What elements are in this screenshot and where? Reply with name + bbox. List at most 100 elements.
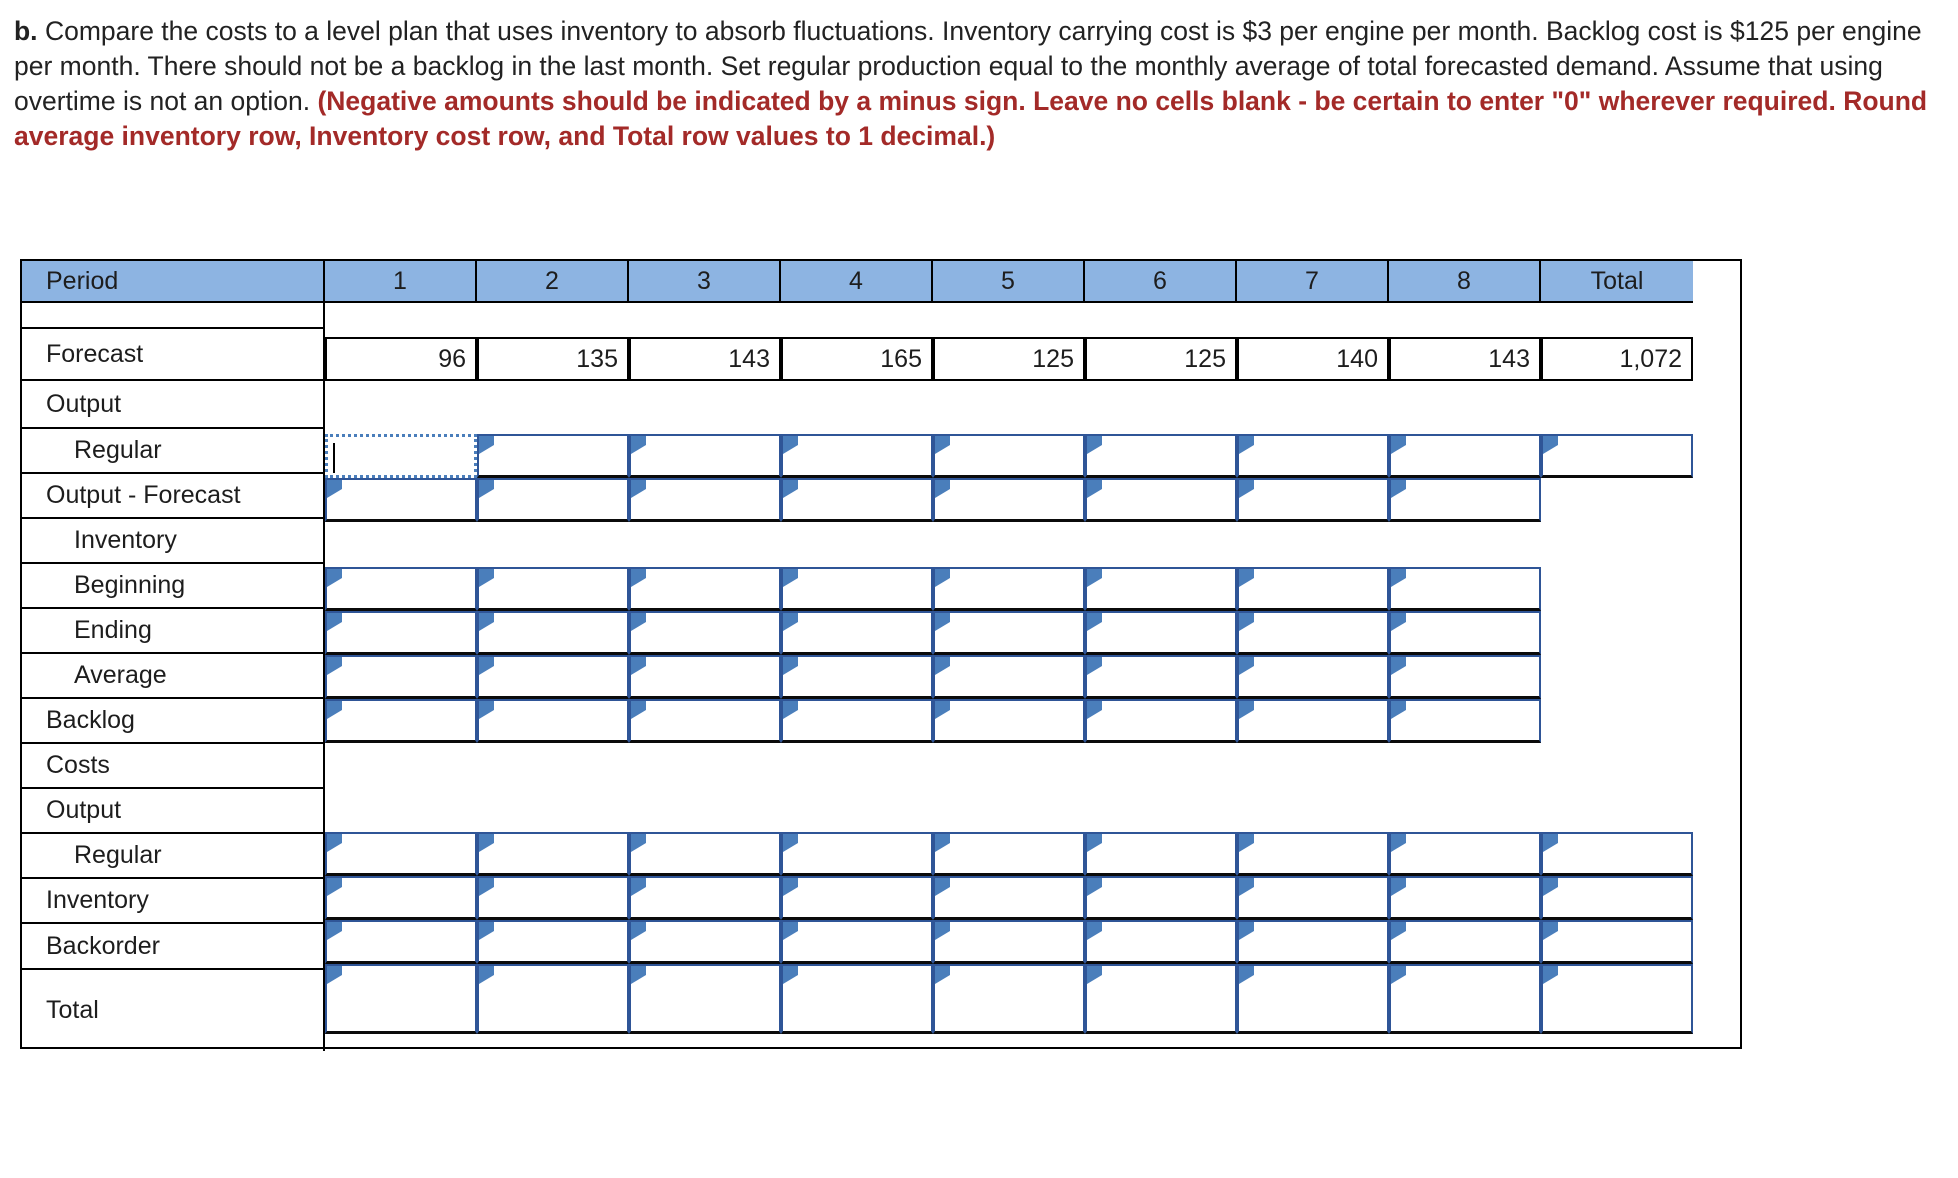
input-beginning-r3-p8[interactable] <box>1389 567 1541 611</box>
input-regular-r1-total[interactable] <box>1541 434 1693 478</box>
input-average-r5-p8[interactable] <box>1389 655 1541 699</box>
input-backlog-r6-p1[interactable] <box>325 699 477 743</box>
cell-marker-triangle-icon <box>327 613 342 631</box>
input-backorder-r9-p4[interactable] <box>781 920 933 964</box>
input-regular-r1-p7[interactable] <box>1237 434 1389 478</box>
input-ending-r4-p7[interactable] <box>1237 611 1389 655</box>
input-total-r10-p1[interactable] <box>325 964 477 1034</box>
input-inventory-r8-p7[interactable] <box>1237 876 1389 920</box>
input-regular-r7-p5[interactable] <box>933 832 1085 876</box>
row-label-ending: Ending <box>22 609 323 654</box>
input-average-r5-p1[interactable] <box>325 655 477 699</box>
input-inventory-r8-p6[interactable] <box>1085 876 1237 920</box>
input-inventory-r8-p4[interactable] <box>781 876 933 920</box>
input-backorder-r9-p5[interactable] <box>933 920 1085 964</box>
input-regular-r7-p3[interactable] <box>629 832 781 876</box>
input-regular-r7-p1[interactable] <box>325 832 477 876</box>
input-average-r5-p3[interactable] <box>629 655 781 699</box>
input-beginning-r3-p1[interactable] <box>325 567 477 611</box>
cell-marker-triangle-icon <box>479 657 494 675</box>
period-header-3: 3 <box>629 261 781 303</box>
input-regular-r7-p7[interactable] <box>1237 832 1389 876</box>
input-output-forecast-r2-p6[interactable] <box>1085 478 1237 522</box>
input-regular-r7-p8[interactable] <box>1389 832 1541 876</box>
cell-marker-triangle-icon <box>1087 834 1102 852</box>
input-regular-r1-p8[interactable] <box>1389 434 1541 478</box>
input-backorder-r9-p6[interactable] <box>1085 920 1237 964</box>
cell-marker-triangle-icon <box>631 834 646 852</box>
input-beginning-r3-p4[interactable] <box>781 567 933 611</box>
input-output-forecast-r2-p2[interactable] <box>477 478 629 522</box>
input-regular-r1-p4[interactable] <box>781 434 933 478</box>
input-total-r10-p7[interactable] <box>1237 964 1389 1034</box>
input-backlog-r6-p7[interactable] <box>1237 699 1389 743</box>
input-average-r5-p7[interactable] <box>1237 655 1389 699</box>
input-output-forecast-r2-p3[interactable] <box>629 478 781 522</box>
input-total-r10-p8[interactable] <box>1389 964 1541 1034</box>
input-regular-r7-p4[interactable] <box>781 832 933 876</box>
input-output-forecast-r2-p5[interactable] <box>933 478 1085 522</box>
cell-marker-triangle-icon <box>479 569 494 587</box>
input-backlog-r6-p8[interactable] <box>1389 699 1541 743</box>
input-ending-r4-p4[interactable] <box>781 611 933 655</box>
input-backlog-r6-p4[interactable] <box>781 699 933 743</box>
input-inventory-r8-p8[interactable] <box>1389 876 1541 920</box>
input-ending-r4-p6[interactable] <box>1085 611 1237 655</box>
input-inventory-r8-p2[interactable] <box>477 876 629 920</box>
input-backlog-r6-p2[interactable] <box>477 699 629 743</box>
input-output-forecast-r2-p8[interactable] <box>1389 478 1541 522</box>
input-beginning-r3-p7[interactable] <box>1237 567 1389 611</box>
input-regular-r7-p2[interactable] <box>477 832 629 876</box>
input-backlog-r6-p6[interactable] <box>1085 699 1237 743</box>
input-regular-r1-p1[interactable] <box>325 434 477 478</box>
input-total-r10-p2[interactable] <box>477 964 629 1034</box>
cell-marker-triangle-icon <box>1391 922 1406 940</box>
input-beginning-r3-p3[interactable] <box>629 567 781 611</box>
input-backorder-r9-p8[interactable] <box>1389 920 1541 964</box>
input-inventory-r8-p1[interactable] <box>325 876 477 920</box>
input-inventory-r8-total[interactable] <box>1541 876 1693 920</box>
input-regular-r1-p2[interactable] <box>477 434 629 478</box>
input-average-r5-p6[interactable] <box>1085 655 1237 699</box>
input-average-r5-p4[interactable] <box>781 655 933 699</box>
input-total-r10-p3[interactable] <box>629 964 781 1034</box>
input-total-r10-p4[interactable] <box>781 964 933 1034</box>
input-ending-r4-p2[interactable] <box>477 611 629 655</box>
cell-marker-triangle-icon <box>327 480 342 498</box>
cell-marker-triangle-icon <box>1087 922 1102 940</box>
input-backorder-r9-p2[interactable] <box>477 920 629 964</box>
input-total-r10-p6[interactable] <box>1085 964 1237 1034</box>
input-regular-r7-p6[interactable] <box>1085 832 1237 876</box>
input-ending-r4-p1[interactable] <box>325 611 477 655</box>
input-backorder-r9-p3[interactable] <box>629 920 781 964</box>
cell-marker-triangle-icon <box>1543 878 1558 896</box>
input-regular-r7-total[interactable] <box>1541 832 1693 876</box>
input-average-r5-p5[interactable] <box>933 655 1085 699</box>
input-beginning-r3-p5[interactable] <box>933 567 1085 611</box>
period-header-4: 4 <box>781 261 933 303</box>
input-ending-r4-p3[interactable] <box>629 611 781 655</box>
input-inventory-r8-p3[interactable] <box>629 876 781 920</box>
input-regular-r1-p5[interactable] <box>933 434 1085 478</box>
input-backorder-r9-total[interactable] <box>1541 920 1693 964</box>
input-output-forecast-r2-p1[interactable] <box>325 478 477 522</box>
input-regular-r1-p3[interactable] <box>629 434 781 478</box>
input-beginning-r3-p2[interactable] <box>477 567 629 611</box>
input-backorder-r9-p7[interactable] <box>1237 920 1389 964</box>
cell-marker-triangle-icon <box>1087 701 1102 719</box>
input-regular-r1-p6[interactable] <box>1085 434 1237 478</box>
input-output-forecast-r2-p4[interactable] <box>781 478 933 522</box>
input-total-r10-p5[interactable] <box>933 964 1085 1034</box>
cell-marker-triangle-icon <box>631 878 646 896</box>
input-beginning-r3-p6[interactable] <box>1085 567 1237 611</box>
cell-marker-triangle-icon <box>935 613 950 631</box>
input-ending-r4-p5[interactable] <box>933 611 1085 655</box>
input-output-forecast-r2-p7[interactable] <box>1237 478 1389 522</box>
input-inventory-r8-p5[interactable] <box>933 876 1085 920</box>
input-backorder-r9-p1[interactable] <box>325 920 477 964</box>
input-average-r5-p2[interactable] <box>477 655 629 699</box>
input-backlog-r6-p3[interactable] <box>629 699 781 743</box>
input-backlog-r6-p5[interactable] <box>933 699 1085 743</box>
input-total-r10-total[interactable] <box>1541 964 1693 1034</box>
input-ending-r4-p8[interactable] <box>1389 611 1541 655</box>
